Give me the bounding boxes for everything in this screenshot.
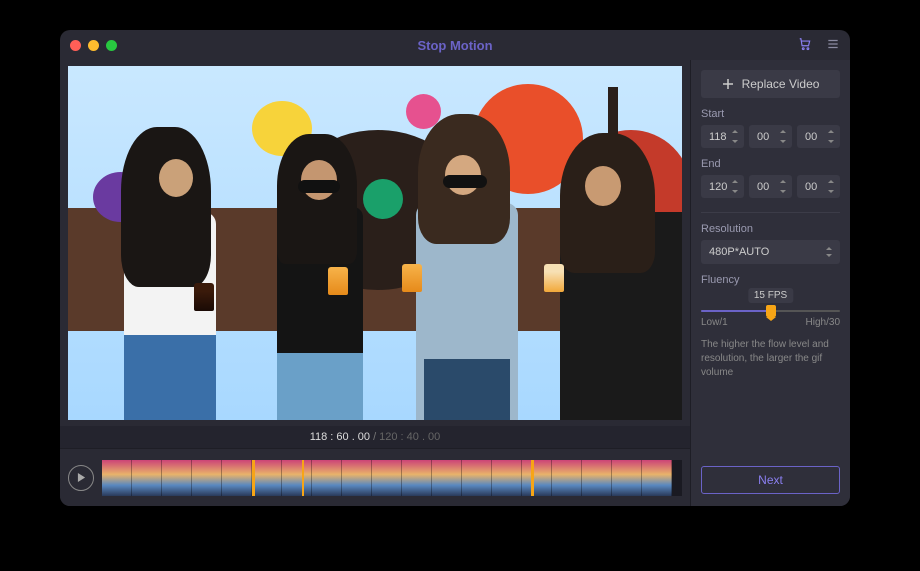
slider-thumb[interactable] xyxy=(766,305,776,317)
end-hours[interactable]: 120 xyxy=(701,175,744,198)
start-seconds[interactable]: 00 xyxy=(797,125,840,148)
selection-range[interactable] xyxy=(252,460,534,496)
side-panel: Replace Video Start 118 00 00 End 120 00… xyxy=(690,60,850,506)
end-minutes[interactable]: 00 xyxy=(749,175,792,198)
time-display: 118 : 60 . 00 / 120 : 40 . 00 xyxy=(60,426,690,448)
fluency-slider[interactable] xyxy=(701,310,840,312)
timeline[interactable] xyxy=(102,460,682,496)
video-preview xyxy=(68,66,682,420)
maximize-window-button[interactable] xyxy=(106,40,117,51)
cart-icon[interactable] xyxy=(798,37,812,54)
fps-tooltip: 15 FPS xyxy=(748,288,793,303)
start-label: Start xyxy=(701,108,840,120)
window-controls xyxy=(70,40,117,51)
fluency-hint: The higher the flow level and resolution… xyxy=(701,338,840,380)
playhead[interactable] xyxy=(302,460,304,496)
fluency-high-label: High/30 xyxy=(806,317,840,328)
fluency-label: Fluency xyxy=(701,274,840,286)
end-seconds[interactable]: 00 xyxy=(797,175,840,198)
play-button[interactable] xyxy=(68,465,94,491)
titlebar: Stop Motion xyxy=(60,30,850,60)
start-minutes[interactable]: 00 xyxy=(749,125,792,148)
close-window-button[interactable] xyxy=(70,40,81,51)
replace-video-button[interactable]: Replace Video xyxy=(701,70,840,98)
next-button[interactable]: Next xyxy=(701,466,840,494)
resolution-label: Resolution xyxy=(701,223,840,235)
menu-icon[interactable] xyxy=(826,37,840,54)
plus-icon xyxy=(722,78,734,90)
minimize-window-button[interactable] xyxy=(88,40,99,51)
window-title: Stop Motion xyxy=(60,38,850,53)
start-hours[interactable]: 118 xyxy=(701,125,744,148)
app-window: Stop Motion xyxy=(60,30,850,506)
fluency-low-label: Low/1 xyxy=(701,317,728,328)
resolution-select[interactable]: 480P*AUTO xyxy=(701,240,840,264)
end-label: End xyxy=(701,158,840,170)
total-time: 120 : 40 . 00 xyxy=(379,431,440,443)
current-time: 118 : 60 . 00 xyxy=(310,431,370,443)
